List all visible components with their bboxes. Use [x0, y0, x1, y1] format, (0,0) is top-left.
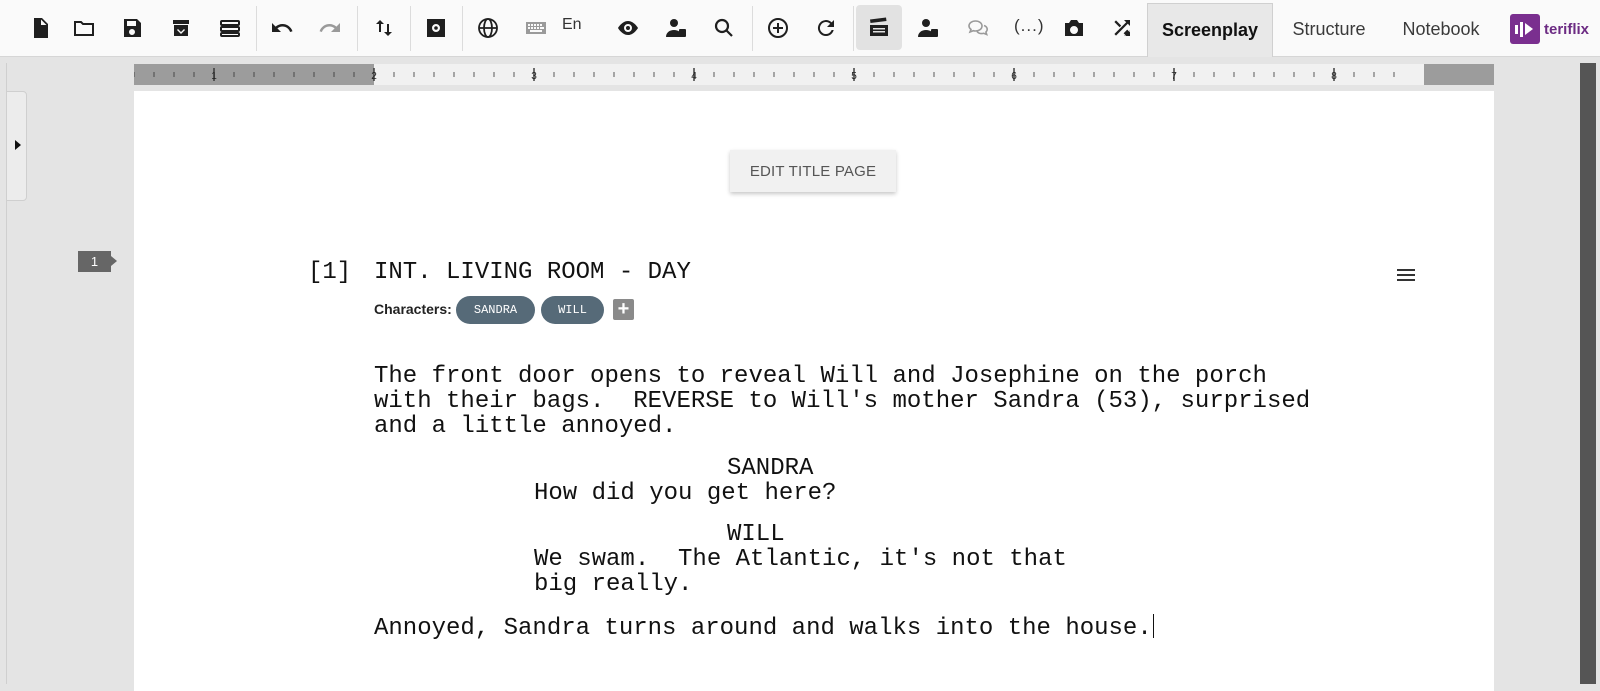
dialogue-icon[interactable]: [960, 10, 996, 46]
tab-screenplay[interactable]: Screenplay: [1147, 3, 1273, 57]
brand-name: teriflix: [1544, 20, 1590, 38]
dialogue-sandra[interactable]: How did you get here?: [534, 481, 836, 506]
refresh-icon[interactable]: [808, 10, 844, 46]
ruler-label: 3: [531, 71, 537, 82]
ruler-label: 6: [1011, 71, 1017, 82]
eye-icon[interactable]: [610, 10, 646, 46]
character-chip-will[interactable]: WILL: [541, 296, 604, 324]
tab-notebook[interactable]: Notebook: [1388, 3, 1494, 57]
language-label[interactable]: En: [562, 16, 582, 34]
undo-icon[interactable]: [264, 10, 300, 46]
tab-structure[interactable]: Structure: [1279, 3, 1379, 57]
add-circle-icon[interactable]: [760, 10, 796, 46]
globe-icon[interactable]: [470, 10, 506, 46]
ruler-label: 2: [371, 71, 377, 82]
dialogue-will[interactable]: We swam. The Atlantic, it's not that big…: [534, 547, 1067, 597]
character-cue-sandra[interactable]: SANDRA: [727, 456, 813, 481]
open-folder-icon[interactable]: [66, 10, 102, 46]
parenthetical-icon[interactable]: (...): [1014, 16, 1045, 36]
characters-icon[interactable]: [910, 10, 946, 46]
ruler-label: 4: [691, 71, 697, 82]
page-number-marker: 1: [78, 251, 117, 272]
save-icon[interactable]: [114, 10, 150, 46]
action-paragraph-current[interactable]: Annoyed, Sandra turns around and walks i…: [374, 614, 1154, 641]
search-icon[interactable]: [706, 10, 742, 46]
character-icon[interactable]: [658, 10, 694, 46]
expand-arrow-icon: [15, 140, 21, 150]
teriflix-logo-icon: [1510, 14, 1540, 44]
vertical-scrollbar[interactable]: [1580, 63, 1596, 684]
main-toolbar: En (...) Screenplay Structure Notebook t…: [0, 0, 1600, 57]
sidebar-toggle[interactable]: [6, 91, 27, 201]
ruler-label: 1: [211, 71, 217, 82]
keyboard-icon[interactable]: [518, 10, 554, 46]
edit-title-page-button[interactable]: EDIT TITLE PAGE: [730, 150, 896, 192]
sort-icon[interactable]: [366, 10, 402, 46]
add-character-button[interactable]: +: [613, 299, 634, 320]
text-cursor: [1152, 614, 1154, 638]
character-chip-sandra[interactable]: SANDRA: [456, 296, 535, 324]
ruler-label: 7: [1171, 71, 1177, 82]
scene-menu-icon[interactable]: [1397, 269, 1415, 283]
settings-icon[interactable]: [418, 10, 454, 46]
camera-icon[interactable]: [1056, 10, 1092, 46]
new-file-icon[interactable]: [22, 10, 58, 46]
download-icon[interactable]: [163, 10, 199, 46]
stack-icon[interactable]: [212, 10, 248, 46]
character-cue-will[interactable]: WILL: [727, 522, 785, 547]
action-paragraph[interactable]: The front door opens to reveal Will and …: [374, 364, 1310, 439]
shuffle-icon[interactable]: [1104, 10, 1140, 46]
ruler[interactable]: 1 2 3 4 5 6 7 8: [134, 64, 1494, 85]
characters-label: Characters:: [374, 301, 452, 317]
action-text: Annoyed, Sandra turns around and walks i…: [374, 615, 1152, 642]
ruler-label: 5: [851, 71, 857, 82]
clapperboard-icon[interactable]: [856, 5, 902, 50]
scene-number: [1]: [308, 259, 352, 286]
ruler-ticks: 1 2 3 4 5 6 7 8: [134, 68, 1395, 82]
ruler-label: 8: [1331, 71, 1337, 82]
brand-logo[interactable]: teriflix: [1510, 14, 1589, 44]
scene-heading[interactable]: INT. LIVING ROOM - DAY: [374, 259, 691, 286]
redo-icon[interactable]: [312, 10, 348, 46]
